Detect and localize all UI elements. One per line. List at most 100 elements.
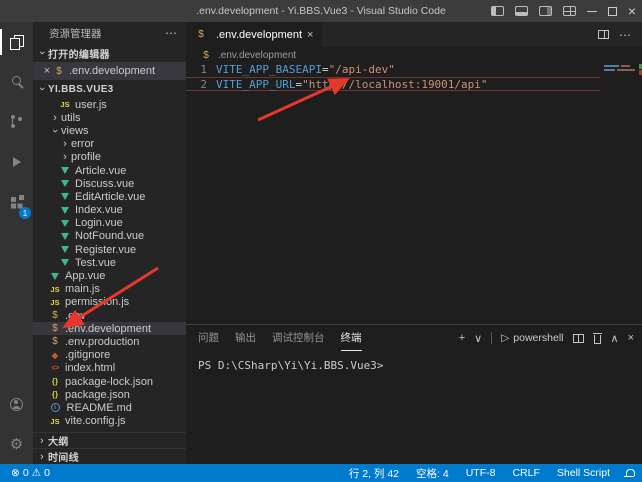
file-name: index.html [65,362,115,374]
tree-item-Login.vue[interactable]: Login.vue [33,217,186,230]
vue-file-icon [59,244,71,256]
js-file-icon: JS [49,283,61,295]
language-mode-status[interactable]: Shell Script [554,467,613,479]
tree-item-user.js[interactable]: JSuser.js [33,98,186,111]
new-terminal-icon[interactable]: + [459,332,465,344]
close-icon[interactable]: × [41,65,53,77]
file-name: Test.vue [75,257,116,269]
indentation-status[interactable]: 空格: 4 [413,466,452,481]
tree-item-views[interactable]: ›views [33,124,186,137]
tab-label: .env.development [216,29,302,41]
cursor-position-status[interactable]: 行 2, 列 42 [346,466,402,481]
breadcrumb[interactable]: $ .env.development [186,47,642,63]
tree-item-.env.development[interactable]: $.env.development [33,322,186,335]
tree-item-index.html[interactable]: <>index.html [33,362,186,375]
panel-tab-debug-console[interactable]: 调试控制台 [272,325,325,351]
account-button[interactable] [0,384,33,424]
vue-file-icon [59,165,71,177]
shell-selector[interactable]: ▷ powershell [501,332,563,344]
chevron-down-icon[interactable]: ∨ [474,332,482,345]
open-editor-item[interactable]: × $ .env.development [33,62,186,80]
file-name: EditArticle.vue [75,191,145,203]
extensions-activity-button[interactable]: 1 [0,182,33,222]
panel-tab-output[interactable]: 输出 [235,325,256,351]
terminal[interactable]: PS D:\CSharp\Yi\Yi.BBS.Vue3> [186,351,642,464]
file-name: App.vue [65,270,105,282]
tree-item-error[interactable]: ›error [33,138,186,151]
close-button[interactable]: × [628,6,636,16]
maximize-button[interactable] [608,7,617,16]
line-content: VITE_APP_URL="http://localhost:19001/api… [216,78,488,90]
split-terminal-icon[interactable] [573,334,584,343]
gear-icon: ⚙ [10,437,23,452]
tree-item-.gitignore[interactable]: ◆.gitignore [33,349,186,362]
search-activity-button[interactable] [0,62,33,102]
tree-item-README.md[interactable]: iREADME.md [33,401,186,414]
line-number: 2 [186,78,216,90]
outline-section-header[interactable]: › 大纲 [33,432,186,448]
code-line-2[interactable]: 2VITE_APP_URL="http://localhost:19001/ap… [186,77,642,91]
tree-item-Index.vue[interactable]: Index.vue [33,204,186,217]
kill-terminal-icon[interactable] [593,333,602,344]
timeline-section-header[interactable]: › 时间线 [33,448,186,464]
sidebar-title-row: 资源管理器 ⋯ [33,22,186,44]
tree-item-EditArticle.vue[interactable]: EditArticle.vue [33,190,186,203]
minimap-line [604,65,637,67]
source-control-activity-button[interactable] [0,102,33,142]
env-file-icon: $ [195,29,207,41]
file-name: Index.vue [75,204,123,216]
tab-env-development[interactable]: $ .env.development × [186,22,322,47]
minimap[interactable] [600,63,642,324]
file-name: utils [61,112,81,124]
explorer-more-actions-icon[interactable]: ⋯ [165,26,178,40]
code-editor[interactable]: 1VITE_APP_BASEAPI="/api-dev"2VITE_APP_UR… [186,63,642,324]
toggle-panel-icon[interactable] [515,6,528,16]
tree-item-App.vue[interactable]: App.vue [33,269,186,282]
run-debug-activity-button[interactable] [0,142,33,182]
tree-item-Discuss.vue[interactable]: Discuss.vue [33,177,186,190]
settings-button[interactable]: ⚙ [0,424,33,464]
tree-item-package-lock.json[interactable]: {}package-lock.json [33,375,186,388]
open-editors-header[interactable]: › 打开的编辑器 [33,44,186,62]
explorer-activity-button[interactable] [0,22,33,62]
problems-status[interactable]: ⊗ 0 ⚠ 0 [8,467,53,479]
chevron-right-icon: › [59,138,71,150]
js-file-icon: JS [49,296,61,308]
panel-tab-problems[interactable]: 问题 [198,325,219,351]
vue-file-icon [49,270,61,282]
tree-item-Register.vue[interactable]: Register.vue [33,243,186,256]
tree-item-Test.vue[interactable]: Test.vue [33,256,186,269]
close-tab-icon[interactable]: × [307,29,313,41]
minimap-line [604,69,637,71]
code-line-1[interactable]: 1VITE_APP_BASEAPI="/api-dev" [186,63,642,77]
minimize-button[interactable] [587,11,597,12]
customize-layout-icon[interactable] [563,6,576,16]
search-icon [10,75,24,89]
eol-status[interactable]: CRLF [509,467,542,479]
tree-item-.env[interactable]: $.env [33,309,186,322]
file-name: .env.production [65,336,139,348]
file-name: error [71,138,94,150]
json-file-icon: {} [49,376,61,388]
toggle-secondary-sidebar-icon[interactable] [539,6,552,16]
maximize-panel-icon[interactable]: ∧ [611,332,619,345]
encoding-status[interactable]: UTF-8 [463,467,499,479]
split-editor-icon[interactable] [598,30,609,39]
tree-item-utils[interactable]: ›utils [33,111,186,124]
tree-item-vite.config.js[interactable]: JSvite.config.js [33,415,186,428]
tree-item-profile[interactable]: ›profile [33,151,186,164]
tree-item-.env.production[interactable]: $.env.production [33,335,186,348]
tree-item-package.json[interactable]: {}package.json [33,388,186,401]
notifications-bell-icon[interactable] [624,468,634,478]
panel-tab-terminal[interactable]: 终端 [341,325,362,351]
close-panel-icon[interactable]: × [628,332,634,344]
tree-item-main.js[interactable]: JSmain.js [33,283,186,296]
env-file-icon: $ [200,49,212,61]
tree-item-Article.vue[interactable]: Article.vue [33,164,186,177]
tree-item-permission.js[interactable]: JSpermission.js [33,296,186,309]
toggle-sidebar-icon[interactable] [491,6,504,16]
panel-tabs: 问题输出调试控制台终端 [198,325,362,351]
project-root-header[interactable]: › YI.BBS.VUE3 [33,80,186,98]
more-actions-icon[interactable]: ⋯ [619,28,632,42]
tree-item-NotFound.vue[interactable]: NotFound.vue [33,230,186,243]
